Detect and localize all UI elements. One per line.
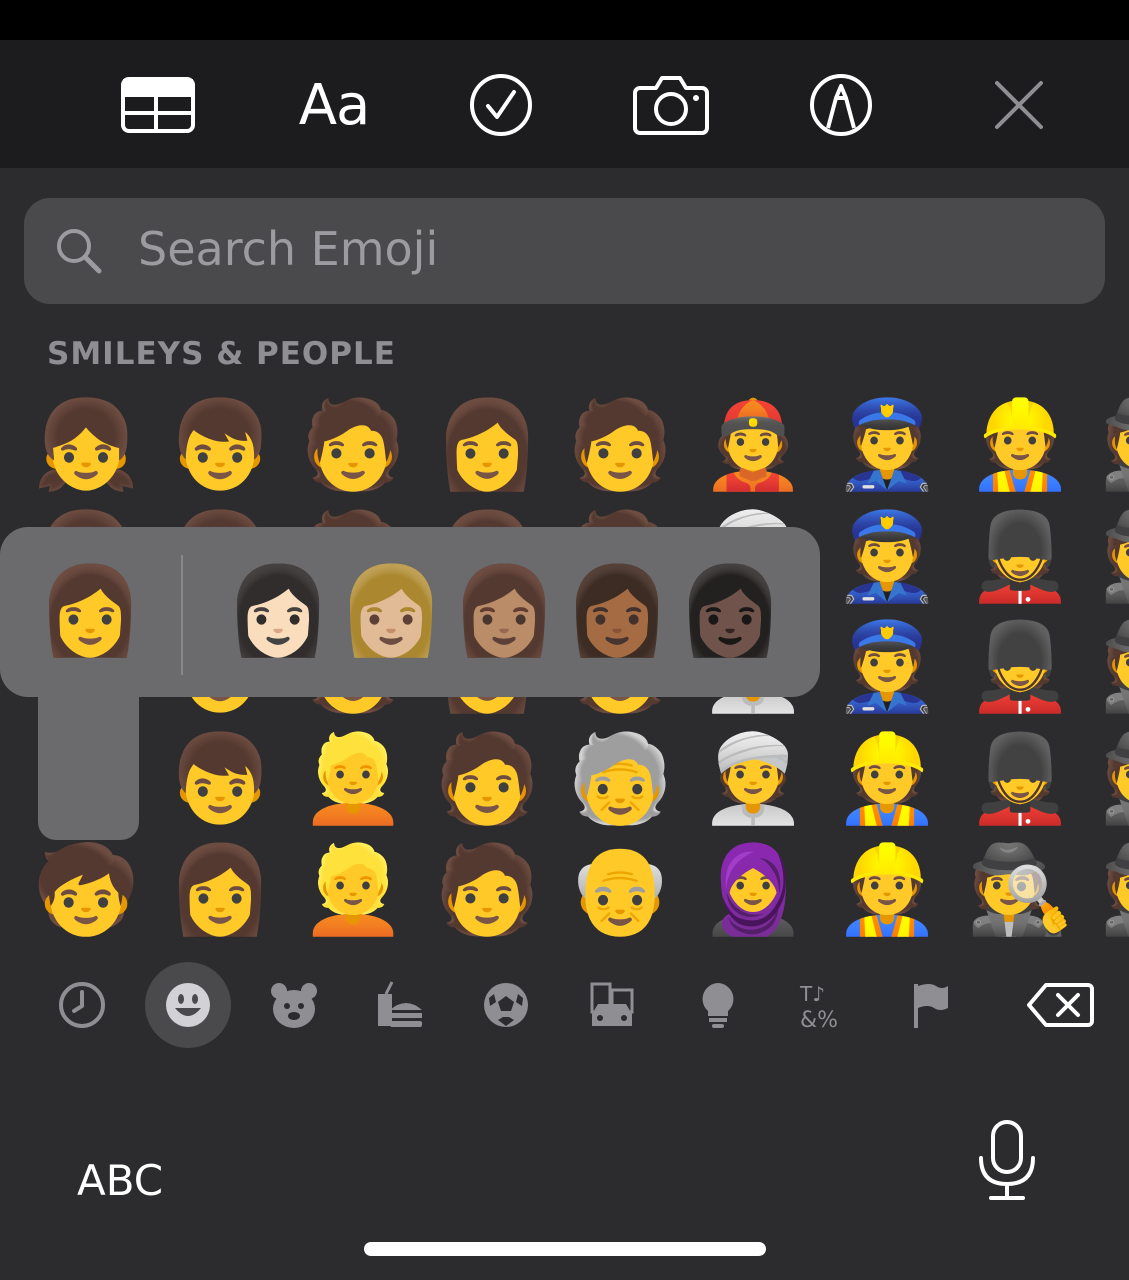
category-objects[interactable]	[675, 962, 761, 1048]
checklist-button[interactable]	[456, 70, 546, 140]
abc-keyboard-button[interactable]: ABC	[77, 1156, 163, 1205]
emoji-key[interactable]: 🕵	[1098, 502, 1129, 612]
emoji-key[interactable]: 🧑	[432, 835, 542, 945]
emoji-key[interactable]: 👳	[698, 724, 808, 834]
animals-icon	[271, 983, 317, 1028]
category-recent[interactable]	[39, 962, 125, 1048]
emoji-key[interactable]: 🧑	[298, 390, 408, 500]
microphone-icon	[979, 1120, 1035, 1200]
checklist-icon	[470, 74, 532, 136]
text-format-button[interactable]: Aa	[289, 70, 379, 140]
text-format-label: Aa	[298, 72, 371, 138]
search-emoji-field[interactable]: Search Emoji	[24, 198, 1105, 304]
emoji-key[interactable]: 👱	[298, 835, 408, 945]
skin-tone-popup: 👩 👩🏻 👩🏼 👩🏽 👩🏾 👩🏿	[0, 527, 820, 697]
category-activity[interactable]	[463, 962, 549, 1048]
table-icon	[121, 77, 195, 133]
emoji-key[interactable]: 👷	[965, 390, 1075, 500]
emoji-key[interactable]: 👧	[31, 390, 141, 500]
markup-pen-icon	[810, 74, 872, 136]
emoji-key[interactable]: 👦	[165, 390, 275, 500]
emoji-key[interactable]: 👦	[165, 724, 275, 834]
camera-icon	[633, 76, 709, 135]
category-smileys[interactable]	[145, 962, 231, 1048]
markup-button[interactable]	[796, 70, 886, 140]
category-food[interactable]	[357, 962, 443, 1048]
objects-icon	[702, 983, 734, 1028]
symbols-icon: T♪ &%	[799, 982, 838, 1031]
status-bar	[0, 0, 1129, 40]
dictation-button[interactable]	[975, 1118, 1039, 1208]
emoji-key[interactable]: 👲	[698, 390, 808, 500]
emoji-key[interactable]: 🧑	[432, 724, 542, 834]
skin-tone-dark[interactable]: 👩🏿	[674, 555, 786, 667]
emoji-key[interactable]: 🕵	[1098, 612, 1129, 722]
travel-icon	[590, 982, 634, 1026]
emoji-key[interactable]: 👷	[832, 724, 942, 834]
emoji-key[interactable]: 🧒	[31, 835, 141, 945]
emoji-key[interactable]: 👴	[565, 835, 675, 945]
smileys-icon	[166, 983, 210, 1027]
emoji-key[interactable]: 👩	[432, 390, 542, 500]
emoji-key[interactable]: 🧑	[565, 390, 675, 500]
emoji-key[interactable]: 👮	[832, 390, 942, 500]
delete-button[interactable]	[1016, 962, 1106, 1048]
category-flags[interactable]	[887, 962, 973, 1048]
emoji-key[interactable]: 👱	[298, 724, 408, 834]
camera-button[interactable]	[626, 70, 716, 140]
svg-text:T♪: T♪	[799, 982, 825, 1006]
delete-icon	[1027, 983, 1094, 1027]
recent-icon	[59, 982, 105, 1028]
emoji-key[interactable]: 🕵	[965, 835, 1075, 945]
flags-icon	[914, 984, 948, 1028]
category-symbols[interactable]: T♪ &%	[781, 962, 867, 1048]
emoji-key[interactable]: 💂	[965, 724, 1075, 834]
emoji-key[interactable]: 💂	[965, 612, 1075, 722]
skin-tone-medium-dark[interactable]: 👩🏾	[561, 555, 673, 667]
search-icon	[57, 229, 102, 274]
activity-icon	[484, 983, 528, 1027]
emoji-key[interactable]: 🕵	[1098, 835, 1129, 945]
emoji-key[interactable]: 👩	[165, 835, 275, 945]
emoji-key[interactable]: 🧕	[698, 835, 808, 945]
close-icon	[995, 81, 1043, 129]
skin-tone-medium-light[interactable]: 👩🏼	[335, 555, 447, 667]
notes-toolbar: Aa	[0, 40, 1129, 168]
emoji-key[interactable]: 👷	[832, 835, 942, 945]
food-icon	[378, 981, 422, 1027]
emoji-key[interactable]: 🕵	[1098, 724, 1129, 834]
skin-tone-light[interactable]: 👩🏻	[222, 555, 334, 667]
skin-tone-medium[interactable]: 👩🏽	[448, 555, 560, 667]
table-button[interactable]	[113, 70, 203, 140]
emoji-key[interactable]: 💂	[965, 502, 1075, 612]
category-travel[interactable]	[569, 962, 655, 1048]
search-placeholder: Search Emoji	[138, 222, 439, 276]
home-indicator[interactable]	[364, 1242, 766, 1256]
svg-text:&%: &%	[800, 1008, 838, 1031]
popup-divider	[181, 555, 183, 675]
emoji-key[interactable]: 🧓	[565, 724, 675, 834]
emoji-key[interactable]: 👮	[832, 612, 942, 722]
close-button[interactable]	[974, 70, 1064, 140]
section-title: SMILEYS & PEOPLE	[47, 336, 396, 372]
emoji-key[interactable]: 🕵	[1098, 390, 1129, 500]
emoji-key[interactable]: 👮	[832, 502, 942, 612]
category-animals[interactable]	[251, 962, 337, 1048]
skin-tone-default[interactable]: 👩	[34, 555, 146, 667]
emoji-category-bar: T♪ &%	[0, 962, 1129, 1048]
